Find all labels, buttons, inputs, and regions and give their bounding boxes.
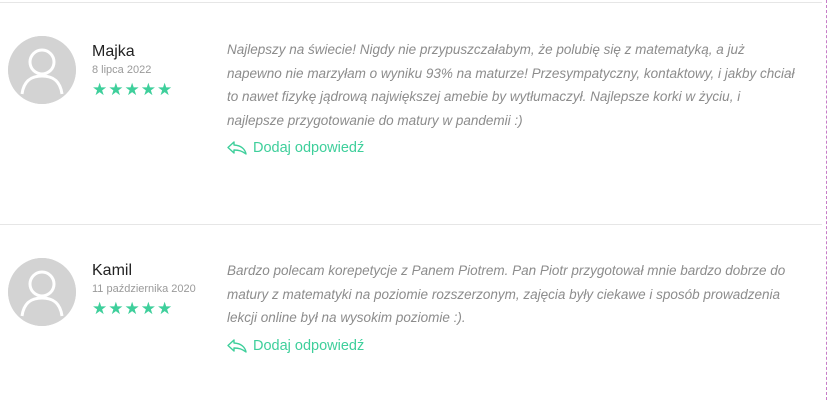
reply-arrow-icon <box>227 338 247 353</box>
review-text: Bardzo polecam korepetycje z Panem Piotr… <box>227 263 786 325</box>
author-name: Kamil <box>92 262 133 279</box>
star-icon: ★ <box>124 299 140 318</box>
add-reply-label: Dodaj odpowiedź <box>253 140 365 156</box>
review-body: Najlepszy na świecie! Nigdy nie przypusz… <box>227 38 799 156</box>
avatar-placeholder-icon <box>8 258 76 326</box>
review-date: 11 października 2020 <box>92 283 196 295</box>
review-text: Najlepszy na świecie! Nigdy nie przypusz… <box>227 42 795 128</box>
review-author: Majka 8 lipca 2022 ★ ★ ★ ★ ★ <box>92 42 172 98</box>
star-icon: ★ <box>92 80 108 99</box>
review-author: Kamil 11 października 2020 ★ ★ ★ ★ ★ <box>92 261 196 317</box>
add-reply-label: Dodaj odpowiedź <box>253 337 365 354</box>
add-reply-button[interactable]: Dodaj odpowiedź <box>227 140 799 156</box>
star-icon: ★ <box>140 80 156 99</box>
divider-top <box>0 2 822 3</box>
frame-border <box>826 0 827 400</box>
star-icon: ★ <box>157 80 173 99</box>
author-name: Majka <box>92 43 135 60</box>
rating-stars: ★ ★ ★ ★ ★ <box>92 81 172 98</box>
star-icon: ★ <box>92 299 108 318</box>
review-date: 8 lipca 2022 <box>92 64 152 76</box>
star-icon: ★ <box>140 299 156 318</box>
avatar-placeholder-icon <box>8 36 76 104</box>
rating-stars: ★ ★ ★ ★ ★ <box>92 300 196 317</box>
review-body: Bardzo polecam korepetycje z Panem Piotr… <box>227 259 799 354</box>
reply-arrow-icon <box>227 141 247 155</box>
star-icon: ★ <box>108 80 124 99</box>
star-icon: ★ <box>157 299 173 318</box>
star-icon: ★ <box>108 299 124 318</box>
star-icon: ★ <box>124 80 140 99</box>
add-reply-button[interactable]: Dodaj odpowiedź <box>227 338 799 354</box>
review-divider <box>0 224 822 225</box>
